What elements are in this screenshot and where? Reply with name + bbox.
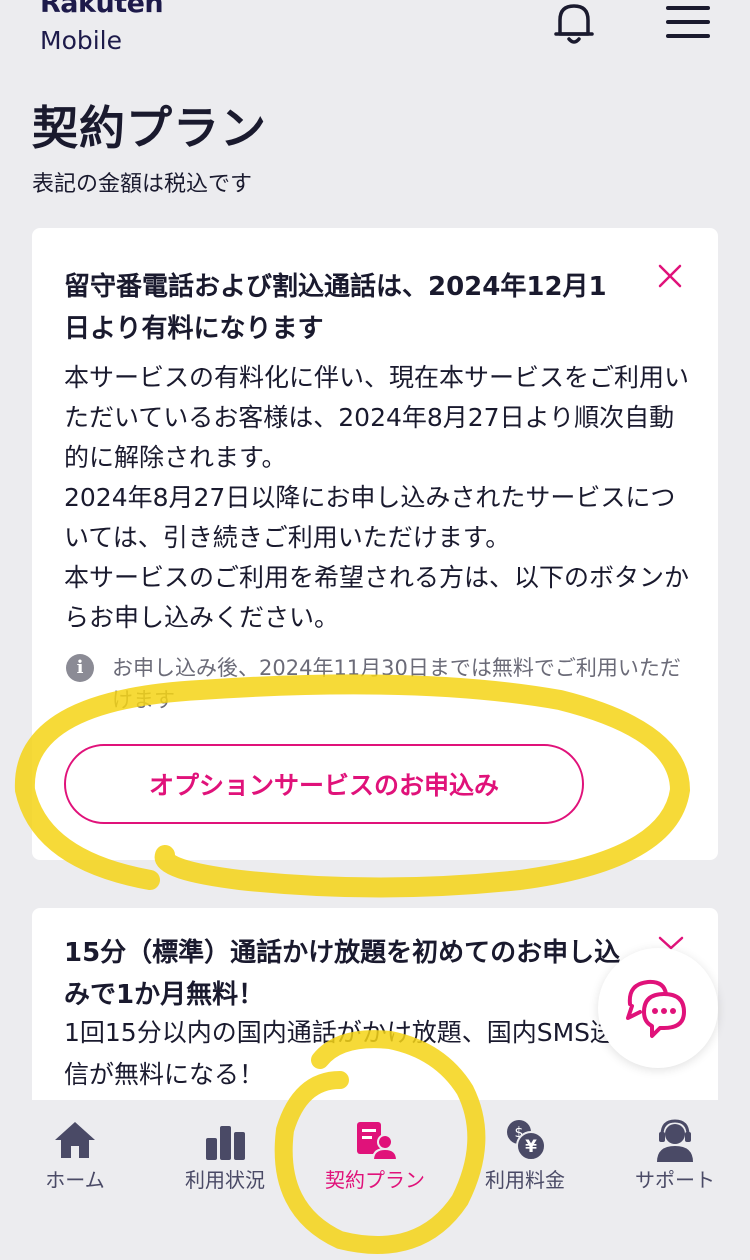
- tax-note: 表記の金額は税込です: [32, 172, 253, 197]
- close-icon[interactable]: [656, 262, 684, 290]
- contract-plan-icon: [357, 1122, 397, 1161]
- tab-label-home: ホーム: [45, 1168, 105, 1192]
- notice-title: 留守番電話および割込通話は、2024年12月1日より有料になります: [64, 272, 607, 344]
- hamburger-menu-icon[interactable]: [666, 2, 712, 42]
- promo-title: 15分（標準）通話かけ放題を初めてのお申し込みで1か月無料！: [64, 938, 621, 1010]
- logo-rakuten[interactable]: Rakuten: [40, 0, 164, 19]
- tab-label-support: サポート: [635, 1168, 715, 1192]
- chat-button[interactable]: [598, 948, 718, 1068]
- notice-body: 本サービスの有料化に伴い、現在本サービスをご利用いただいているお客様は、2024…: [64, 363, 690, 632]
- tab-label-contract-plan: 契約プラン: [325, 1168, 425, 1192]
- home-icon: [55, 1122, 95, 1158]
- app-header: Rakuten Mobile: [0, 0, 750, 70]
- bell-icon[interactable]: [552, 0, 596, 46]
- tab-usage[interactable]: 利用状況: [150, 1118, 300, 1208]
- tab-support[interactable]: サポート: [600, 1118, 750, 1208]
- apply-option-service-button[interactable]: オプションサービスのお申込み: [64, 744, 584, 824]
- info-icon: i: [66, 654, 94, 682]
- tab-home[interactable]: ホーム: [0, 1118, 150, 1208]
- logo-mobile[interactable]: Mobile: [40, 26, 122, 55]
- support-headset-icon: [657, 1119, 693, 1162]
- svg-text:¥: ¥: [525, 1137, 537, 1157]
- promo-body: 1回15分以内の国内通話がかけ放題、国内SMS送受信が無料になる！: [64, 1018, 641, 1089]
- tab-fees[interactable]: $ ¥ 利用料金: [450, 1118, 600, 1208]
- tab-label-fees: 利用料金: [485, 1168, 565, 1192]
- notice-card: 留守番電話および割込通話は、2024年12月1日より有料になります 本サービスの…: [32, 228, 718, 860]
- bottom-tab-bar: ホーム 利用状況 契約プラン $ ¥ 利用料金 サポート: [0, 1100, 750, 1260]
- chat-bubbles-icon: [626, 979, 686, 1038]
- yen-coins-icon: $ ¥: [507, 1120, 546, 1161]
- tab-label-usage: 利用状況: [185, 1168, 265, 1192]
- bar-chart-icon: [206, 1126, 245, 1160]
- info-text: お申し込み後、2024年11月30日までは無料でご利用いただけます: [112, 656, 681, 712]
- tab-contract-plan[interactable]: 契約プラン: [300, 1118, 450, 1208]
- page-title: 契約プラン: [32, 101, 267, 155]
